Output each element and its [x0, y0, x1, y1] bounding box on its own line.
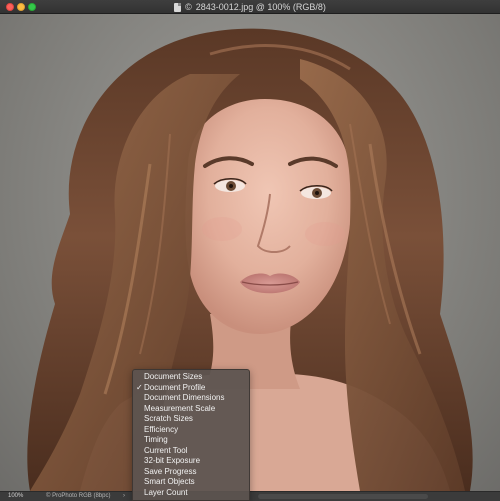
menu-item-current-tool[interactable]: Current Tool [133, 446, 249, 457]
menu-item-scratch-sizes[interactable]: Scratch Sizes [133, 414, 249, 425]
zoom-level[interactable]: 100% [8, 492, 23, 501]
menu-item-document-profile[interactable]: ✓ Document Profile [133, 383, 249, 394]
menu-item-timing[interactable]: Timing [133, 435, 249, 446]
document-profile-readout: © ProPhoto RGB (8bpc) [46, 493, 111, 499]
document-canvas[interactable] [0, 14, 500, 491]
status-menu-arrow[interactable]: › [123, 492, 125, 501]
status-info-menu: Document Sizes ✓ Document Profile Docume… [132, 369, 250, 501]
horizontal-scrollbar[interactable] [258, 494, 428, 499]
menu-item-measurement-scale[interactable]: Measurement Scale [133, 404, 249, 415]
checkmark-icon: ✓ [136, 382, 143, 392]
menu-item-document-sizes[interactable]: Document Sizes [133, 372, 249, 383]
document-title: 2843-0012.jpg @ 100% (RGB/8) [195, 2, 326, 12]
title-container: © 2843-0012.jpg @ 100% (RGB/8) [0, 0, 500, 14]
menu-item-32-bit-exposure[interactable]: 32-bit Exposure [133, 456, 249, 467]
portrait-photo [27, 28, 473, 491]
title-prefix: © [185, 2, 192, 12]
menu-item-efficiency[interactable]: Efficiency [133, 425, 249, 436]
status-bar: 100% © ProPhoto RGB (8bpc) › [0, 491, 500, 501]
photoshop-document-window: © 2843-0012.jpg @ 100% (RGB/8) 100% © Pr… [0, 0, 500, 501]
document-icon [174, 2, 182, 12]
menu-item-save-progress[interactable]: Save Progress [133, 467, 249, 478]
menu-item-layer-count[interactable]: Layer Count [133, 488, 249, 499]
menu-item-smart-objects[interactable]: Smart Objects [133, 477, 249, 488]
title-bar[interactable]: © 2843-0012.jpg @ 100% (RGB/8) [0, 0, 500, 14]
menu-item-document-dimensions[interactable]: Document Dimensions [133, 393, 249, 404]
